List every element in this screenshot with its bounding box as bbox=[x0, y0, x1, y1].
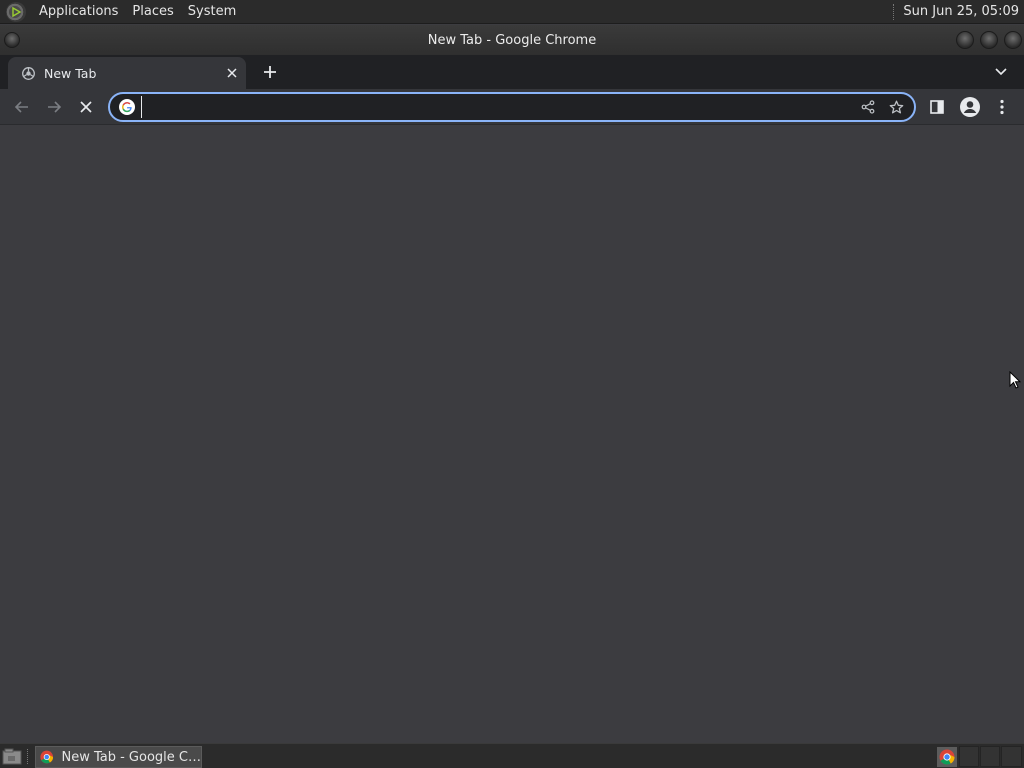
side-panel-button[interactable] bbox=[923, 93, 951, 121]
tab-title: New Tab bbox=[44, 65, 97, 81]
forward-button[interactable] bbox=[40, 93, 68, 121]
arrow-left-icon bbox=[14, 101, 28, 113]
profile-button[interactable] bbox=[956, 93, 984, 121]
tab-new-tab[interactable]: New Tab bbox=[8, 57, 246, 89]
distro-logo-icon[interactable] bbox=[6, 1, 26, 22]
panel-clock[interactable]: Sun Jun 25, 05:09 bbox=[903, 4, 1024, 19]
star-icon[interactable] bbox=[882, 93, 910, 121]
chevron-down-icon bbox=[995, 68, 1007, 76]
chrome-menu-button[interactable] bbox=[988, 93, 1016, 121]
close-icon bbox=[80, 101, 92, 113]
tab-search-button[interactable] bbox=[990, 61, 1012, 83]
tray-chrome-app[interactable] bbox=[937, 747, 957, 767]
bottom-taskbar: New Tab - Google C… bbox=[0, 743, 1024, 768]
tab-strip: New Tab bbox=[0, 55, 1024, 89]
window-titlebar[interactable]: New Tab - Google Chrome bbox=[0, 25, 1024, 55]
system-menu[interactable]: System bbox=[181, 0, 243, 24]
tab-close-icon[interactable] bbox=[222, 63, 242, 83]
chrome-newtab-icon bbox=[21, 66, 35, 80]
workspace-1[interactable] bbox=[959, 746, 979, 767]
plus-icon bbox=[264, 66, 276, 78]
window-menu-button[interactable] bbox=[4, 32, 20, 48]
places-menu[interactable]: Places bbox=[125, 0, 180, 24]
show-desktop-icon[interactable] bbox=[2, 748, 22, 765]
page-content bbox=[0, 126, 1024, 743]
taskbar-separator bbox=[27, 749, 30, 764]
chrome-icon bbox=[939, 749, 955, 765]
mouse-pointer-icon bbox=[1009, 371, 1021, 389]
side-panel-icon bbox=[930, 100, 944, 114]
profile-icon bbox=[960, 97, 980, 117]
panel-separator bbox=[893, 3, 897, 20]
kebab-menu-icon bbox=[1000, 99, 1004, 115]
window-title: New Tab - Google Chrome bbox=[427, 32, 597, 48]
new-tab-button[interactable] bbox=[258, 60, 282, 84]
workspace-2[interactable] bbox=[980, 746, 1000, 767]
google-g-icon bbox=[119, 99, 135, 115]
back-button[interactable] bbox=[8, 93, 36, 121]
top-panel: Applications Places System Sun Jun 25, 0… bbox=[0, 0, 1024, 24]
omnibox[interactable] bbox=[108, 92, 916, 122]
workspace-3[interactable] bbox=[1001, 746, 1022, 767]
applications-menu[interactable]: Applications bbox=[32, 0, 125, 24]
taskbar-item-chrome[interactable]: New Tab - Google C… bbox=[35, 746, 202, 768]
window-controls bbox=[956, 31, 1022, 49]
browser-toolbar bbox=[0, 89, 1024, 125]
close-window-button[interactable] bbox=[1004, 31, 1022, 49]
omnibox-input[interactable] bbox=[141, 96, 854, 118]
chrome-icon bbox=[40, 750, 54, 764]
share-icon[interactable] bbox=[854, 93, 882, 121]
arrow-right-icon bbox=[48, 101, 62, 113]
stop-button[interactable] bbox=[72, 93, 100, 121]
minimize-button[interactable] bbox=[956, 31, 974, 49]
taskbar-item-label: New Tab - Google C… bbox=[61, 749, 201, 765]
maximize-button[interactable] bbox=[980, 31, 998, 49]
